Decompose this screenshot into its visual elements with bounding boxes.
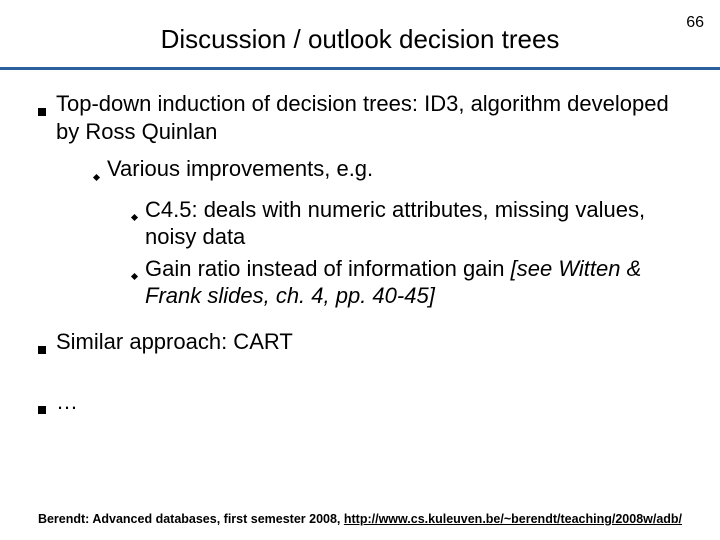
square-bullet-icon [38,108,46,116]
diamond-bullet-icon [93,174,100,181]
bullet-level3: Gain ratio instead of information gain [… [132,255,696,310]
bullet-level2: Various improvements, e.g. [94,155,696,192]
spacer [24,314,696,328]
bullet-text-plain: Gain ratio instead of information gain [145,256,511,281]
slide-content: Top-down induction of decision trees: ID… [0,70,720,425]
bullet-text: Various improvements, e.g. [107,155,696,183]
spacer [24,374,696,388]
bullet-level1: Similar approach: CART [38,328,696,365]
bullet-level3: C4.5: deals with numeric attributes, mis… [132,196,696,251]
bullet-text: Top-down induction of decision trees: ID… [56,90,696,145]
footer-link[interactable]: http://www.cs.kuleuven.be/~berendt/teach… [344,512,682,526]
bullet-text: C4.5: deals with numeric attributes, mis… [145,196,696,251]
bullet-text: … [56,388,696,416]
square-bullet-icon [38,346,46,354]
diamond-bullet-icon [131,273,138,280]
footer-text: Berendt: Advanced databases, first semes… [38,512,344,526]
slide-title: Discussion / outlook decision trees [0,0,720,67]
page-number: 66 [686,14,704,32]
diamond-bullet-icon [131,214,138,221]
slide: 66 Discussion / outlook decision trees T… [0,0,720,540]
bullet-text: Similar approach: CART [56,328,696,356]
bullet-level1: … [38,388,696,425]
bullet-level1: Top-down induction of decision trees: ID… [38,90,696,145]
slide-footer: Berendt: Advanced databases, first semes… [0,512,720,526]
bullet-text: Gain ratio instead of information gain [… [145,255,696,310]
square-bullet-icon [38,406,46,414]
